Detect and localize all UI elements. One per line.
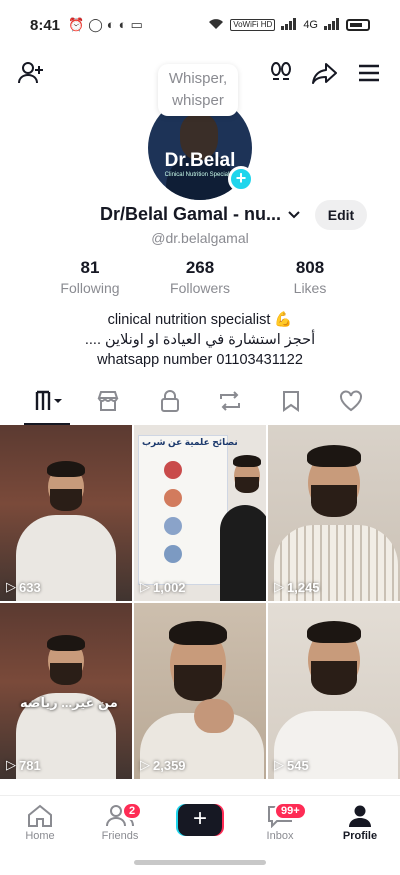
profile-tabs (0, 385, 400, 425)
inbox-badge: 99+ (274, 802, 307, 820)
bio-line-1: clinical nutrition specialist 💪 (107, 312, 293, 328)
nav-friends[interactable]: Friends 2 (88, 802, 152, 842)
footprints-icon[interactable] (266, 58, 296, 88)
bookmark-icon (282, 390, 300, 417)
tab-favorites[interactable] (271, 385, 311, 421)
create-button[interactable]: + (176, 804, 224, 836)
stat-likes-label: Likes (293, 280, 327, 296)
play-icon: ▷ (140, 579, 150, 594)
video-thumbnail[interactable]: ▷ 633 (0, 425, 132, 601)
bio-line-3: whatsapp number 01103431122 (97, 352, 303, 368)
nav-profile[interactable]: Profile (328, 802, 392, 842)
view-count: ▷ 781 (6, 757, 41, 773)
nav-inbox[interactable]: Inbox 99+ (248, 802, 312, 842)
share-icon[interactable] (310, 58, 340, 88)
edit-profile-button[interactable]: Edit (315, 200, 367, 230)
status-bar: 8:41 ⏰ ◯ ◐ ◐ ▭ VoWiFi HD 4G (0, 0, 400, 50)
nav-inbox-label: Inbox (266, 830, 294, 842)
home-icon (8, 802, 72, 830)
profile-bio: clinical nutrition specialist 💪 أحجز است… (0, 310, 400, 370)
play-icon: ▷ (6, 579, 16, 594)
network-type: 4G (303, 19, 318, 31)
play-icon: ▷ (6, 757, 16, 772)
messenger-icon-2: ◐ (118, 17, 127, 32)
nav-home[interactable]: Home (8, 802, 72, 842)
menu-icon[interactable] (354, 58, 384, 88)
heart-icon (339, 389, 363, 417)
tab-private[interactable] (150, 385, 190, 421)
repost-icon (217, 390, 243, 417)
tab-liked[interactable] (331, 385, 371, 421)
profile-stats: 81 Following 268 Followers 808 Likes (0, 258, 400, 304)
play-icon: ▷ (274, 579, 284, 594)
play-icon: ▷ (140, 757, 150, 772)
home-indicator-bar (134, 860, 266, 865)
video-grid: ▷ 633 نصائح علمية عن شرب ▷ 1,002 ▷ 1,245 من… (0, 425, 400, 805)
stat-likes-count: 808 (295, 258, 325, 277)
whisper-note-bubble[interactable]: Whisper, whisper (158, 64, 238, 116)
tab-videos[interactable] (30, 385, 70, 421)
status-system-icons: VoWiFi HD 4G (208, 17, 370, 33)
chevron-down-icon[interactable] (286, 206, 302, 227)
status-notification-icons: ⏰ ◯ ◐ ◐ ▭ (68, 17, 143, 33)
stat-following-label: Following (60, 280, 120, 296)
nav-profile-label: Profile (342, 830, 378, 842)
video-thumbnail[interactable]: ▷ 1,245 (268, 425, 400, 601)
view-count: ▷ 1,245 (274, 579, 320, 595)
video-thumbnail[interactable]: ▷ 545 (268, 603, 400, 779)
stat-followers[interactable]: 268 Followers (160, 258, 240, 296)
lock-icon (160, 389, 180, 418)
chat-icon: ▭ (130, 17, 143, 32)
stat-followers-label: Followers (170, 280, 230, 296)
wifi-icon (208, 18, 224, 33)
thumbnail-overlay-text: نصائح علمية عن شرب (142, 437, 238, 447)
video-thumbnail[interactable]: نصائح علمية عن شرب ▷ 1,002 (134, 425, 266, 601)
stat-likes[interactable]: 808 Likes (270, 258, 350, 296)
alarm-icon: ⏰ (68, 17, 85, 32)
tab-shop[interactable] (88, 385, 128, 421)
video-thumbnail[interactable]: من غير... رياضه ▷ 781 (0, 603, 132, 779)
status-time: 8:41 (30, 16, 61, 34)
nav-friends-label: Friends (101, 830, 139, 842)
view-count: ▷ 1,002 (140, 579, 186, 595)
stat-following-count: 81 (80, 258, 100, 277)
friends-icon (88, 802, 152, 830)
view-count: ▷ 633 (6, 579, 41, 595)
name-row: Dr/Belal Gamal - nu... Edit (0, 200, 400, 232)
battery-icon (346, 19, 370, 31)
messenger-icon: ◐ (106, 17, 115, 32)
display-name[interactable]: Dr/Belal Gamal - nu... (100, 204, 281, 225)
thumbnail-overlay-text: من غير... رياضه (20, 695, 118, 710)
nav-home-label: Home (25, 830, 55, 842)
friends-badge: 2 (122, 802, 143, 820)
videos-grid-icon (35, 390, 65, 417)
profile-icon (328, 802, 392, 830)
tab-reposts[interactable] (210, 385, 250, 421)
shop-icon (96, 390, 120, 417)
signal-icon-2 (324, 17, 340, 33)
view-count: ▷ 545 (274, 757, 309, 773)
stat-followers-count: 268 (185, 258, 215, 277)
username-handle: @dr.belalgamal (151, 230, 249, 246)
whatsapp-icon: ◯ (88, 17, 103, 32)
bio-line-2: أحجز استشارة في العيادة او اونلاين .... (84, 332, 316, 348)
play-icon: ▷ (274, 757, 284, 772)
stat-following[interactable]: 81 Following (50, 258, 130, 296)
signal-icon (281, 17, 297, 33)
video-thumbnail[interactable]: ▷ 2,359 (134, 603, 266, 779)
plus-icon: + (178, 804, 222, 836)
vowifi-badge: VoWiFi HD (230, 19, 276, 31)
add-story-plus-icon[interactable]: + (228, 166, 254, 192)
add-friend-icon[interactable] (16, 58, 46, 88)
bottom-navigation: Home Friends 2 + Inbox 99+ Profile (0, 795, 400, 855)
view-count: ▷ 2,359 (140, 757, 186, 773)
